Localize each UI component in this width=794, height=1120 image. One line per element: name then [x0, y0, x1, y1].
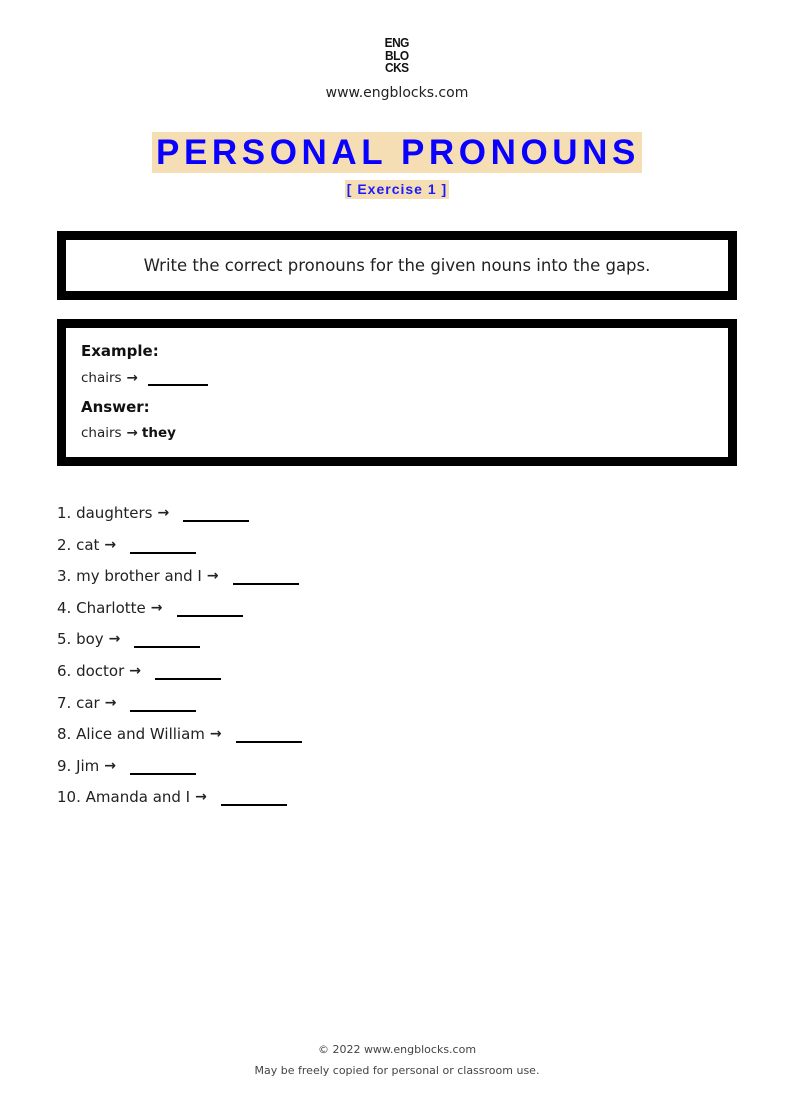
- arrow-right-icon: →: [150, 599, 163, 616]
- example-box: Example: chairs → Answer: chairs → they: [57, 319, 737, 466]
- page-title: PERSONAL PRONOUNS: [152, 132, 642, 173]
- logo-line: CKS: [385, 61, 409, 75]
- item-word: daughters: [76, 504, 153, 522]
- exercise-subtitle: [ Exercise 1 ]: [344, 180, 450, 199]
- exercise-item: 1. daughters →: [57, 503, 302, 535]
- exercise-item: 3. my brother and I →: [57, 566, 302, 598]
- logo-line: ENG: [384, 36, 410, 50]
- exercise-list: 1. daughters → 2. cat → 3. my brother an…: [57, 503, 302, 819]
- arrow-right-icon: →: [108, 631, 121, 648]
- arrow-right-icon: →: [157, 505, 170, 521]
- item-number: 7.: [57, 693, 72, 712]
- exercise-item: 6. doctor →: [57, 661, 302, 693]
- item-word: Amanda and I: [85, 788, 191, 807]
- exercise-item: 8. Alice and William →: [57, 724, 302, 756]
- answer-blank[interactable]: [235, 724, 302, 744]
- exercise-item: 2. cat →: [57, 535, 302, 567]
- answer-blank[interactable]: [183, 503, 250, 522]
- arrow-right-icon: →: [104, 757, 117, 774]
- item-number: 4.: [57, 598, 72, 617]
- instructions-box: Write the correct pronouns for the given…: [57, 231, 737, 300]
- answer-blank[interactable]: [232, 566, 299, 586]
- arrow-right-icon: →: [104, 536, 117, 553]
- arrow-right-icon: →: [126, 425, 138, 441]
- answer-line: chairs → they: [81, 425, 176, 441]
- item-number: 10.: [57, 788, 81, 807]
- answer-blank[interactable]: [220, 787, 287, 807]
- answer-value: they: [141, 425, 176, 441]
- answer-blank[interactable]: [130, 756, 197, 775]
- arrow-right-icon: →: [209, 726, 222, 743]
- title-wrapper: PERSONAL PRONOUNS: [0, 132, 794, 173]
- item-number: 9.: [57, 756, 72, 775]
- item-number: 3.: [57, 567, 72, 586]
- item-word: Jim: [76, 756, 100, 775]
- item-number: 6.: [57, 661, 72, 680]
- arrow-right-icon: →: [195, 789, 207, 806]
- instructions-text: Write the correct pronouns for the given…: [143, 256, 651, 275]
- answer-blank[interactable]: [130, 535, 197, 554]
- arrow-right-icon: →: [129, 662, 141, 679]
- example-blank: [147, 370, 208, 386]
- item-number: 5.: [57, 630, 72, 649]
- exercise-item: 10. Amanda and I →: [57, 787, 302, 819]
- subtitle-wrapper: [ Exercise 1 ]: [0, 179, 794, 199]
- item-word: boy: [76, 630, 104, 649]
- item-word: car: [76, 693, 100, 712]
- item-word: doctor: [76, 661, 125, 680]
- exercise-item: 9. Jim →: [57, 756, 302, 788]
- item-number: 2.: [57, 535, 72, 554]
- footer-license: May be freely copied for personal or cla…: [254, 1064, 540, 1077]
- item-number: 1.: [57, 504, 72, 522]
- footer-copyright: © 2022 www.engblocks.com: [317, 1043, 477, 1056]
- example-label: Example:: [81, 342, 159, 360]
- answer-blank[interactable]: [134, 629, 201, 649]
- answer-label: Answer:: [81, 398, 150, 416]
- item-word: Alice and William: [76, 725, 205, 744]
- answer-word: chairs: [81, 425, 122, 441]
- arrow-right-icon: →: [104, 694, 117, 711]
- example-line: chairs →: [81, 370, 208, 386]
- answer-blank[interactable]: [155, 661, 221, 680]
- item-number: 8.: [57, 725, 72, 744]
- engblocks-logo: ENG BLO CKS: [0, 37, 794, 76]
- item-word: my brother and I: [76, 567, 202, 586]
- arrow-right-icon: →: [206, 568, 219, 585]
- exercise-item: 5. boy →: [57, 629, 302, 661]
- arrow-right-icon: →: [126, 370, 138, 386]
- exercise-item: 4. Charlotte →: [57, 598, 302, 630]
- item-word: cat: [76, 535, 100, 554]
- exercise-item: 7. car →: [57, 693, 302, 725]
- logo-mark: ENG BLO CKS: [384, 36, 410, 75]
- item-word: Charlotte: [76, 598, 146, 617]
- answer-blank[interactable]: [130, 693, 197, 712]
- answer-blank[interactable]: [176, 598, 243, 617]
- example-word: chairs: [81, 370, 122, 386]
- site-url: www.engblocks.com: [325, 85, 469, 101]
